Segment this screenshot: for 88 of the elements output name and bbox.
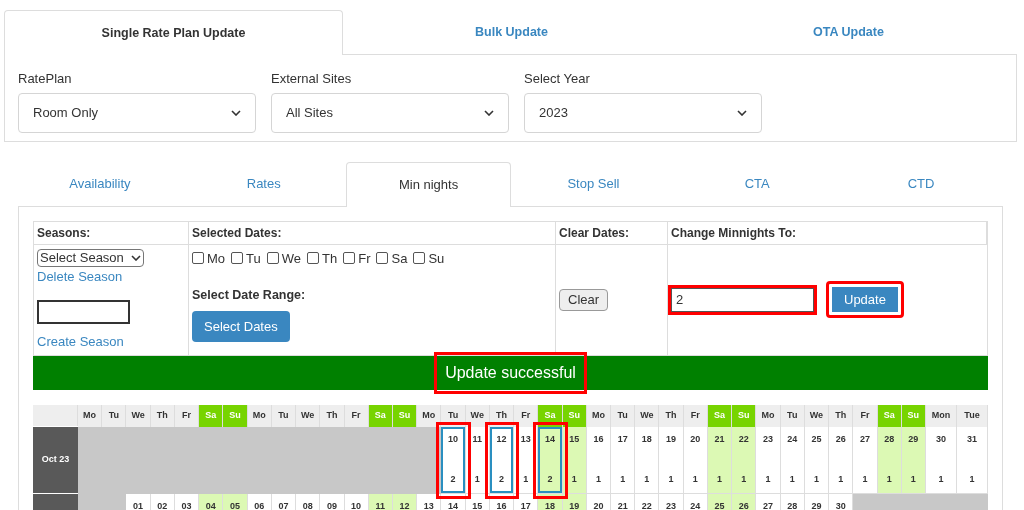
chevron-down-icon (484, 109, 494, 116)
weekday-header: Sa (707, 404, 733, 427)
weekday-header: Sa (877, 404, 902, 427)
day-cell[interactable]: 17 1 (611, 426, 636, 494)
checkbox-label: Mo (207, 249, 226, 268)
day-cell[interactable]: 27 1 (853, 426, 878, 494)
field-label: Select Year (524, 70, 591, 88)
weekday-header: We (635, 404, 660, 427)
weekday-header: We (126, 404, 151, 427)
weekday-header: Su (901, 404, 926, 427)
weekday-header: Mo (586, 404, 611, 427)
chevron-down-icon (231, 109, 241, 116)
field-label: External Sites (271, 70, 353, 88)
tab[interactable]: CTD (839, 161, 1003, 207)
weekday-header: Su (392, 404, 418, 427)
column-header: Change Minnights To: (668, 221, 987, 245)
checkbox-label: We (281, 249, 302, 268)
checkbox-label: Fr (358, 249, 371, 268)
day-cell[interactable]: 19 1 (659, 426, 684, 494)
chevron-down-icon (737, 109, 747, 116)
weekday-header: Fr (174, 404, 200, 427)
day-cell[interactable]: 31 1 (957, 426, 988, 494)
weekday-header: Fr (514, 404, 539, 427)
checkbox-label: Tu (246, 249, 261, 268)
select-dates-button[interactable]: Select Dates (192, 310, 290, 342)
weekday-header: Tu (102, 404, 127, 427)
update-button[interactable]: Update (826, 281, 904, 318)
checkbox[interactable] (307, 252, 320, 265)
chevron-down-icon (131, 254, 141, 261)
weekday-header: Mo (247, 404, 272, 427)
checkbox-label: Su (428, 249, 445, 268)
weekday-header: Mo (78, 404, 103, 427)
delete-season-link[interactable]: Delete Season (37, 266, 185, 286)
weekday-header: Sa (368, 404, 393, 427)
weekday-header: Fr (683, 404, 708, 427)
day-cell[interactable]: 18 1 (635, 426, 660, 494)
checkbox[interactable] (413, 252, 426, 265)
season-dropdown[interactable]: Select Season (37, 248, 144, 267)
season-name-input[interactable] (37, 300, 130, 324)
tab[interactable]: Availability (18, 161, 182, 207)
weekday-header: Fr (344, 404, 369, 427)
checkbox[interactable] (376, 252, 389, 265)
day-cell[interactable]: 22 1 (732, 426, 757, 494)
weekday-header: Su (223, 404, 248, 427)
dropdown[interactable]: 2023 (524, 92, 762, 133)
section-label: Select Date Range: (192, 287, 307, 304)
weekday-header: We (804, 404, 830, 427)
checkbox[interactable] (266, 252, 279, 265)
weekday-header: Th (829, 404, 854, 427)
column-header: Seasons: (34, 221, 189, 245)
field-label: RatePlan (18, 70, 73, 88)
checkbox[interactable] (231, 252, 244, 265)
success-message: Update successful (437, 354, 584, 391)
weekday-header: Th (150, 404, 175, 427)
tab[interactable]: Rates (181, 161, 346, 207)
dropdown[interactable]: All Sites (271, 92, 509, 133)
weekday-header: We (296, 404, 321, 427)
weekday-header: Mo (417, 404, 442, 427)
create-season-link[interactable]: Create Season (37, 332, 185, 352)
header-corner-cell (33, 404, 78, 426)
checkbox-label: Th (322, 249, 338, 268)
clear-button[interactable]: Clear (559, 288, 609, 311)
tab[interactable]: Min nights (345, 161, 512, 207)
tab[interactable]: Stop Sell (511, 161, 676, 207)
checkbox-label: Sa (391, 249, 408, 268)
minnights-input[interactable]: 2 (671, 287, 814, 312)
weekday-header: Tu (611, 404, 636, 427)
month-label-cell: Oct 23 (33, 426, 78, 494)
weekday-header: Tu (271, 404, 297, 427)
column-header: Selected Dates: (189, 221, 556, 245)
day-cell[interactable]: 23 1 (756, 426, 781, 494)
day-cell[interactable]: 26 1 (829, 426, 854, 494)
day-cell[interactable]: 30 1 (926, 426, 957, 494)
dropdown[interactable]: Room Only (18, 92, 256, 133)
weekday-header: Th (320, 404, 345, 427)
weekday-header: Su (732, 404, 757, 427)
weekday-header: Fr (853, 404, 878, 427)
column-header: Clear Dates: (556, 221, 668, 245)
tab[interactable]: CTA (675, 161, 840, 207)
weekday-header: Tue (957, 404, 988, 427)
weekday-header: Mon (926, 404, 957, 427)
weekday-header: Th (659, 404, 684, 427)
tab[interactable]: Single Rate Plan Update (4, 10, 343, 55)
checkbox[interactable] (192, 252, 204, 265)
weekday-header: Mo (756, 404, 781, 427)
weekday-header: Sa (199, 404, 224, 427)
checkbox[interactable] (343, 252, 356, 265)
weekday-header: Tu (780, 404, 805, 427)
